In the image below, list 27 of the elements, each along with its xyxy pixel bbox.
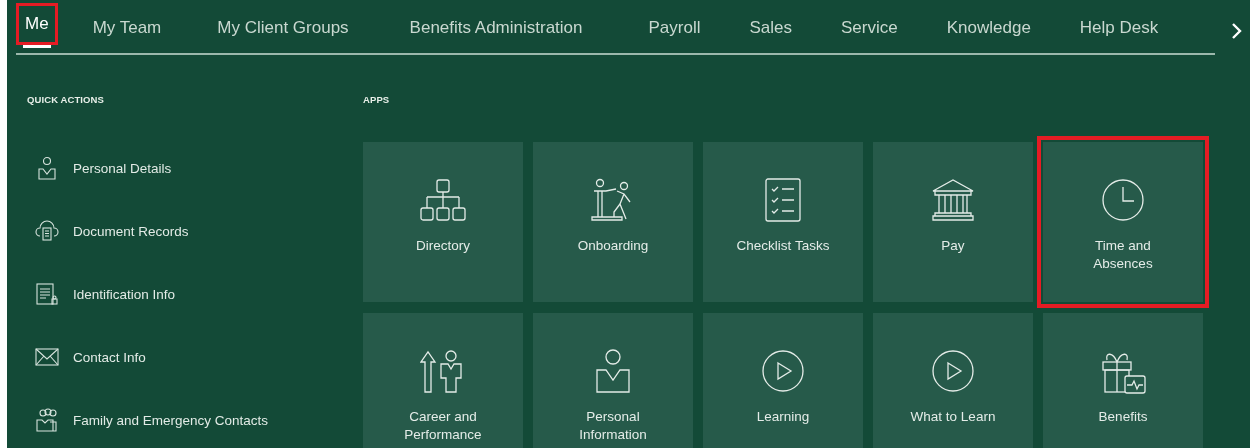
id-document-icon: [35, 282, 59, 306]
nav-tab[interactable]: Benefits Administration: [406, 3, 586, 45]
play-icon: [930, 348, 976, 394]
people-icon: [35, 408, 59, 432]
nav-tab[interactable]: Knowledge: [943, 3, 1034, 45]
person-icon: [35, 156, 59, 180]
app-tile[interactable]: Time and Absences: [1037, 136, 1209, 308]
quick-action-link[interactable]: Family and Emergency Contacts: [35, 408, 269, 432]
nav-tab[interactable]: My Team: [89, 3, 165, 45]
nav-tab[interactable]: Help Desk: [1076, 3, 1162, 45]
quick-action-link[interactable]: Personal Details: [35, 156, 172, 180]
quick-action-link[interactable]: Document Records: [35, 219, 189, 243]
nav-tab[interactable]: Me: [16, 3, 58, 45]
quick-action-link[interactable]: Contact Info: [35, 345, 146, 369]
bank-icon: [930, 177, 976, 223]
section-heading: APPS: [363, 94, 391, 106]
nav-tab[interactable]: My Client Groups: [214, 3, 352, 45]
clock-icon: [1100, 177, 1146, 223]
play-icon: [760, 348, 806, 394]
cloud-document-icon: [35, 219, 59, 243]
section-heading: QUICK ACTIONS: [27, 94, 105, 106]
quick-action-link[interactable]: Identification Info: [35, 282, 176, 306]
envelope-icon: [35, 345, 59, 369]
nav-tab[interactable]: Service: [838, 3, 901, 45]
org-chart-icon: [420, 177, 466, 223]
nav-tab[interactable]: Payroll: [645, 3, 704, 45]
nav-tab[interactable]: Sales: [746, 3, 796, 45]
